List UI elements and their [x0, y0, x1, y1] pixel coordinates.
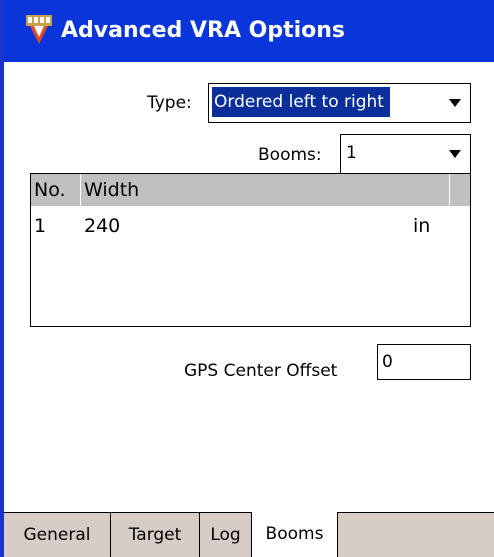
- window-left-border: [0, 0, 4, 557]
- tab-bar: General Target Log Booms: [4, 512, 494, 557]
- cell-no: 1: [34, 215, 47, 237]
- type-dropdown-value: Ordered left to right: [212, 87, 390, 117]
- booms-label: Booms:: [258, 145, 322, 165]
- app-logo-icon: [26, 15, 52, 44]
- table-header: No. Width: [31, 174, 470, 206]
- boom-table[interactable]: No. Width 1 240 in: [30, 173, 471, 327]
- chevron-down-icon[interactable]: [449, 99, 461, 107]
- gps-center-offset-input[interactable]: 0: [377, 344, 471, 380]
- column-header-unit[interactable]: [450, 174, 470, 206]
- type-dropdown[interactable]: Ordered left to right: [208, 83, 471, 123]
- gps-center-offset-label: GPS Center Offset: [184, 361, 338, 381]
- cell-width[interactable]: 240: [84, 206, 120, 246]
- tab-general[interactable]: General: [4, 513, 111, 557]
- table-row[interactable]: 1 240 in: [31, 206, 470, 246]
- chevron-down-icon[interactable]: [449, 150, 461, 158]
- column-header-no[interactable]: No.: [31, 174, 81, 206]
- tab-target[interactable]: Target: [111, 513, 200, 557]
- type-label: Type:: [147, 93, 192, 113]
- window-title: Advanced VRA Options: [61, 18, 346, 43]
- title-bar: Advanced VRA Options: [4, 0, 494, 62]
- cell-unit: in: [413, 215, 431, 237]
- booms-dropdown[interactable]: 1: [340, 134, 471, 174]
- column-header-width[interactable]: Width: [81, 174, 450, 206]
- tab-booms[interactable]: Booms: [252, 512, 338, 557]
- booms-dropdown-value: 1: [346, 143, 357, 163]
- tab-log[interactable]: Log: [200, 513, 252, 557]
